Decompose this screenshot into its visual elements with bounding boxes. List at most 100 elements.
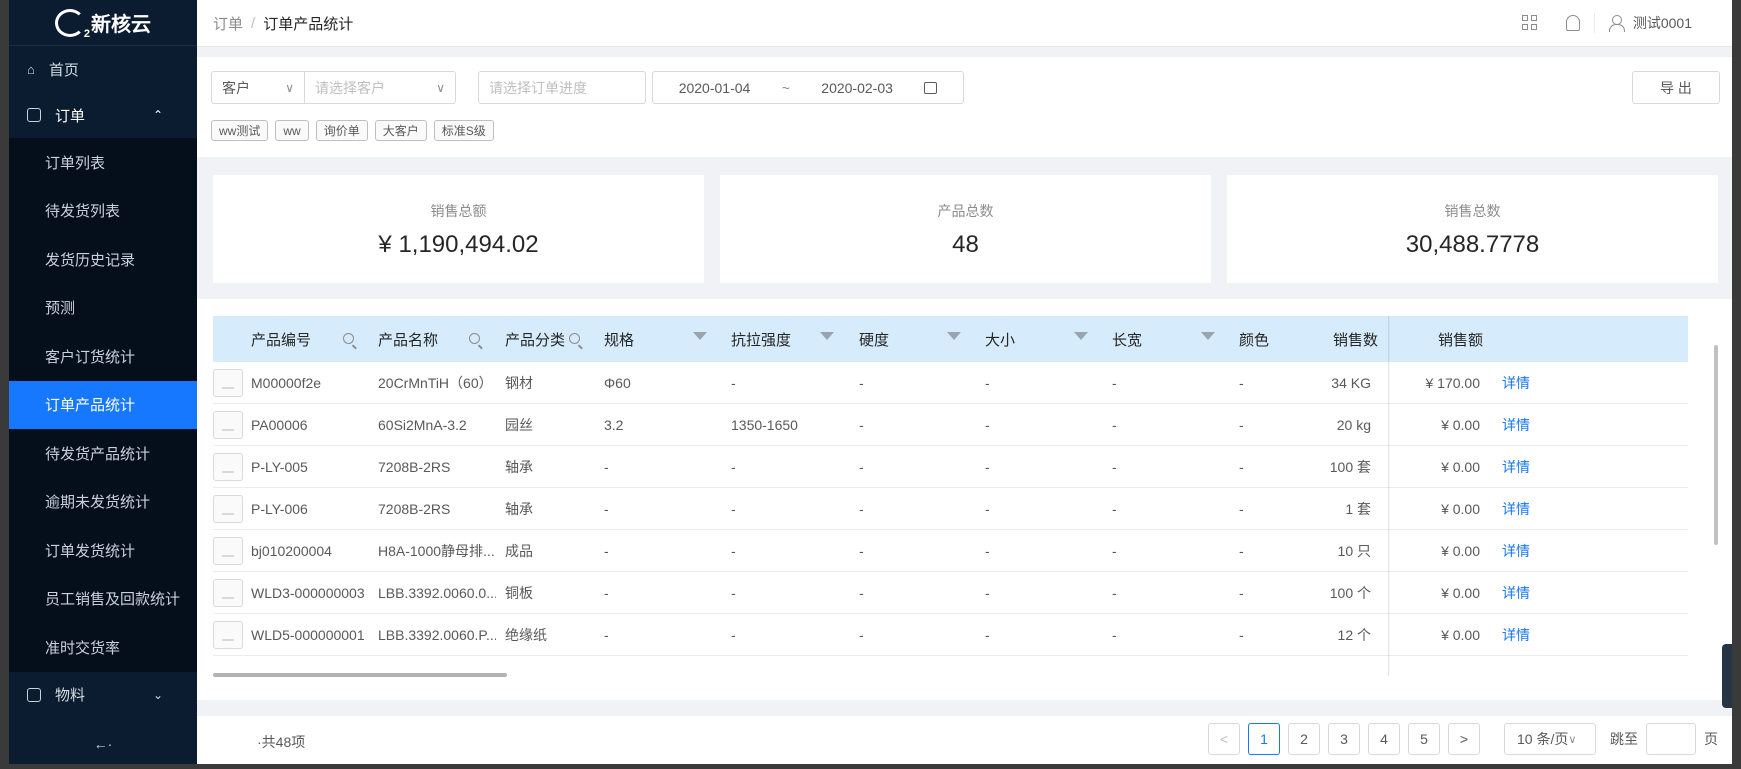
bell-icon[interactable] [1565,15,1580,31]
filter-panel: 客户 ∨ 请选择客户 ∨ 请选择订单进度 2020-01-04 ~ 2020-0… [197,57,1732,157]
column-search-icon[interactable] [469,333,480,344]
sidebar-item-order-2[interactable]: 发货历史记录 [9,235,197,284]
detail-link[interactable]: 详情 [1502,614,1530,656]
table-cell: 钢材 [505,375,533,391]
table-cell: 100 个 [1329,585,1371,601]
table-row[interactable]: M00000f2e 20CrMnTiH（60） 钢材 Φ60 - - - - - 34 KG ¥ 1… [213,362,1688,404]
date-end[interactable]: 2020-02-03 [821,80,893,96]
sidebar-item-label: 物料 [55,687,86,704]
product-image-placeholder-icon [213,621,243,649]
detail-link[interactable]: 详情 [1502,404,1530,446]
page-button[interactable]: 1 [1248,723,1280,755]
breadcrumb-root[interactable]: 订单 [213,13,243,34]
stat-value: 30,488.7778 [1405,231,1540,258]
sidebar-item-order-5[interactable]: 订单产品统计 [9,380,197,429]
table-cell: - [731,585,736,601]
side-drawer-handle[interactable] [1722,644,1732,708]
table-cell: - [1239,417,1244,433]
export-button[interactable]: 导 出 [1632,71,1720,104]
customer-placeholder: 请选择客户 [315,79,385,96]
column-search-icon[interactable] [343,333,354,344]
column-filter-icon[interactable] [820,332,834,340]
column-search-icon[interactable] [569,333,580,344]
qrcode-icon[interactable] [1521,15,1538,31]
sidebar-item-order-8[interactable]: 订单发货统计 [9,526,197,575]
sidebar-item-order-7[interactable]: 逾期未发货统计 [9,478,197,527]
product-stats-table: 产品编号 产品名称 产品分类 规格 抗拉强度 硬度 大小 长宽 颜色 销售数 销售额 M00000f… [213,316,1688,676]
next-page-button[interactable]: > [1448,723,1480,755]
filter-tag[interactable]: ww测试 [211,120,269,141]
filter-tag[interactable]: 标准S级 [433,120,494,141]
table-cell: 园丝 [505,417,533,433]
table-cell: - [985,585,990,601]
detail-link[interactable]: 详情 [1502,530,1530,572]
table-row[interactable]: P-LY-005 7208B-2RS 轴承 - - - - - - 100 套 ¥ 0.00 详情 [213,446,1688,488]
sidebar-group-materials[interactable]: 物料 ⌄ [9,672,197,718]
table-header: 产品编号 产品名称 产品分类 规格 抗拉强度 硬度 大小 长宽 颜色 销售数 销售额 [213,316,1688,362]
table-row[interactable]: bj010200004 H8A-1000静母排... 成品 - - - - - - 10 只 ¥ 0… [213,530,1688,572]
detail-link[interactable]: 详情 [1502,572,1530,614]
detail-link[interactable]: 详情 [1502,488,1530,530]
table-cell: 1 套 [1345,501,1371,517]
sidebar-item-order-10[interactable]: 准时交货率 [9,623,197,672]
order-progress-select[interactable]: 请选择订单进度 [478,71,646,104]
table-cell: ¥ 170.00 [1425,375,1481,391]
column-filter-icon[interactable] [1201,332,1215,340]
page-button[interactable]: 5 [1408,723,1440,755]
jump-label: 跳至 [1610,731,1638,747]
column-header: 大小 [985,331,1016,349]
table-row[interactable]: WLD5-000000001 LBB.3392.0060.P... 绝缘纸 - - - - -… [213,614,1688,656]
page-button[interactable]: 2 [1288,723,1320,755]
table-cell: - [859,627,864,643]
page-button[interactable]: 3 [1328,723,1360,755]
column-filter-icon[interactable] [947,332,961,340]
date-range-picker[interactable]: 2020-01-04 ~ 2020-02-03 [652,71,964,104]
column-header: 颜色 [1239,331,1270,349]
collapse-sidebar-button[interactable]: ←· [9,736,197,752]
column-filter-icon[interactable] [1074,332,1088,340]
pagination-bar: ·共48项 < 12345 > 10 条/页 ∨ 跳至 页 [197,716,1732,764]
column-filter-icon[interactable] [693,332,707,340]
detail-link[interactable]: 详情 [1502,362,1530,404]
table-cell: - [1112,417,1117,433]
sidebar-item-order-4[interactable]: 客户订货统计 [9,332,197,381]
orders-submenu: 订单列表 待发货列表 发货历史记录 预测 客户订货统计 订单产品统计 待发货产品统计 逾期未发… [9,138,197,672]
detail-link[interactable]: 详情 [1502,446,1530,488]
filter-type-select[interactable]: 客户 ∨ [211,71,305,104]
stat-value: 48 [952,231,979,258]
table-cell: 铜板 [505,585,533,601]
sidebar-item-order-9[interactable]: 员工销售及回款统计 [9,575,197,624]
table-cell: - [1112,627,1117,643]
filter-tag[interactable]: 询价单 [315,120,368,141]
table-cell: - [604,585,609,601]
table-row[interactable]: PA00006 60Si2MnA-3.2 园丝 3.2 1350-1650 - - - - 20 … [213,404,1688,446]
user-menu[interactable]: 测试0001 [1608,13,1692,33]
table-row[interactable]: WLD3-000000003 LBB.3392.0060.0... 铜板 - - - - - -… [213,572,1688,614]
filter-tag[interactable]: 大客户 [374,120,427,141]
sidebar-item-order-1[interactable]: 待发货列表 [9,187,197,236]
filter-type-value: 客户 [222,79,250,96]
page-button[interactable]: 4 [1368,723,1400,755]
page-size-select[interactable]: 10 条/页 ∨ [1504,723,1596,755]
horizontal-scrollbar[interactable] [213,673,507,677]
filter-tag[interactable]: ww [275,120,309,141]
date-separator: ~ [781,79,790,96]
chevron-down-icon: ⌄ [152,687,163,702]
table-cell: 34 KG [1331,375,1371,391]
sidebar-item-home[interactable]: ⌂ 首页 [9,46,197,92]
sidebar-item-order-0[interactable]: 订单列表 [9,138,197,187]
prev-page-button[interactable]: < [1208,723,1240,755]
customer-select[interactable]: 请选择客户 ∨ [304,71,456,104]
table-cell: - [1239,459,1244,475]
table-cell: 12 个 [1337,627,1371,643]
fixed-column-divider [1388,316,1390,676]
sidebar-item-order-3[interactable]: 预测 [9,284,197,333]
date-start[interactable]: 2020-01-04 [679,80,751,96]
sidebar-group-orders[interactable]: 订单 ⌃ [9,92,197,138]
jump-page-input[interactable] [1646,723,1696,755]
table-cell: 成品 [505,543,533,559]
table-cell: bj010200004 [251,543,332,559]
vertical-scrollbar[interactable] [1714,345,1718,545]
sidebar-item-order-6[interactable]: 待发货产品统计 [9,429,197,478]
table-row[interactable]: P-LY-006 7208B-2RS 轴承 - - - - - - 1 套 ¥ 0.00 详情 [213,488,1688,530]
